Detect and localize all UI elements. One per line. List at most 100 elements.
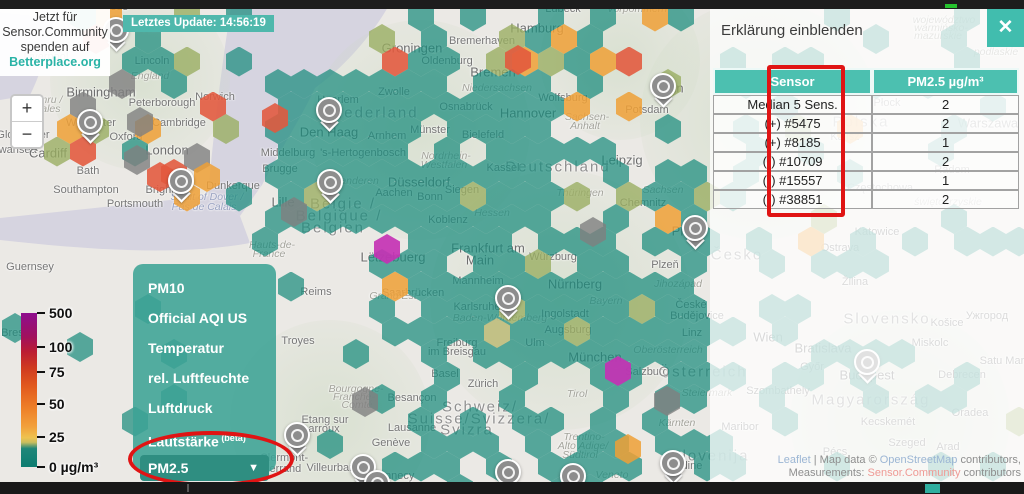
legend-label: 25	[49, 429, 65, 445]
map-label: Plzeň	[651, 259, 679, 271]
table-row: (+) #54752	[713, 114, 1019, 133]
menu-item-luftdruck[interactable]: Luftdruck	[133, 393, 276, 423]
cluster-icon	[667, 457, 680, 470]
legend-tick	[37, 312, 45, 314]
menu-item-pm10[interactable]: PM10	[133, 273, 276, 303]
map-label: Troyes	[281, 335, 314, 347]
table-header: PM2.5 µg/m³	[872, 68, 1019, 95]
legend-label: 50	[49, 396, 65, 412]
attribution-line-1: Leaflet | Map data © OpenStreetMap contr…	[778, 454, 1021, 467]
attribution-text: Measurements:	[789, 467, 868, 479]
map-label: Tirol	[567, 388, 587, 400]
menu-item-temperatur[interactable]: Temperatur	[133, 333, 276, 363]
attribution-link-red[interactable]: Sensor.Community	[868, 467, 961, 479]
layer-menu: PM10Official AQI USTemperaturrel. Luftfe…	[133, 264, 276, 472]
table-row: (+) #81851	[713, 133, 1019, 152]
marker-head	[650, 73, 676, 99]
legend-tick	[37, 346, 45, 348]
last-update-badge: Letztes Update: 14:56:19	[123, 15, 274, 32]
table-cell: 1	[872, 171, 1019, 190]
marker-head	[77, 109, 103, 135]
table-cell: 2	[872, 95, 1019, 114]
table-cell: (+) #5475	[713, 114, 872, 133]
menu-item-lautst-rke[interactable]: Lautstärke (beta)	[133, 423, 276, 453]
table-cell: 2	[872, 152, 1019, 171]
marker-head	[317, 169, 343, 195]
map-marker[interactable]	[168, 168, 194, 206]
map-label: Anhalt	[570, 120, 600, 132]
legend-label: 100	[49, 339, 72, 355]
cluster-icon	[324, 176, 337, 189]
browser-bottom-bar	[0, 482, 1024, 494]
marker-head	[660, 450, 686, 476]
attribution-text: contributors,	[957, 454, 1021, 466]
map-label: London	[145, 143, 188, 158]
map-label: Genève	[372, 437, 411, 449]
table-cell: 1	[872, 133, 1019, 152]
cluster-icon	[502, 292, 515, 305]
marker-head	[682, 215, 708, 241]
marker-head	[495, 285, 521, 311]
zoom-out-button[interactable]: −	[12, 122, 42, 147]
map-label: Reims	[300, 286, 331, 298]
legend-tick	[37, 403, 45, 405]
map-label: Zürich	[468, 378, 499, 390]
table-cell: 2	[872, 190, 1019, 209]
layer-dropdown-label: PM2.5	[148, 460, 188, 476]
map-marker[interactable]	[316, 97, 342, 135]
table-row: Median 5 Sens.2	[713, 95, 1019, 114]
legend-label: 75	[49, 364, 65, 380]
map-label: Peterborough	[129, 97, 196, 109]
attribution-text: contributors	[960, 467, 1021, 479]
legend-label: 500	[49, 305, 72, 321]
map-label: Guernsey	[6, 261, 54, 273]
zoom-control: + −	[10, 94, 44, 149]
cluster-icon	[84, 116, 97, 129]
explanation-panel: Erklärung einblenden ✕ SensorPM2.5 µg/m³…	[710, 9, 1024, 482]
cluster-icon	[175, 175, 188, 188]
menu-item-rel-luftfeuchte[interactable]: rel. Luftfeuchte	[133, 363, 276, 393]
table-cell: (-) #10709	[713, 152, 872, 171]
legend-tick	[37, 371, 45, 373]
attribution-link-blue[interactable]: Leaflet	[778, 454, 811, 466]
bottombar-teal-indicator	[925, 484, 940, 493]
marker-head	[284, 422, 310, 448]
legend-label: 0 µg/m³	[49, 459, 98, 475]
betterplace-link[interactable]: Betterplace.org	[0, 55, 110, 70]
topbar-green-indicator	[945, 4, 957, 8]
donate-line: Jetzt für	[0, 10, 110, 25]
map-attribution: Leaflet | Map data © OpenStreetMap contr…	[778, 454, 1021, 480]
chevron-down-icon: ▼	[248, 462, 259, 474]
donate-line: Sensor.Community	[0, 25, 110, 40]
layer-dropdown[interactable]: PM2.5 ▼	[140, 455, 269, 481]
color-scale-legend: 500 100 75 50 25 0 µg/m³	[0, 305, 110, 480]
map-label: Southampton	[53, 184, 118, 196]
map-label: Portsmouth	[107, 198, 163, 210]
cluster-icon	[110, 24, 123, 37]
zoom-in-button[interactable]: +	[12, 96, 42, 122]
panel-title: Erklärung einblenden	[721, 22, 863, 39]
cluster-icon	[291, 429, 304, 442]
map-marker[interactable]	[682, 215, 708, 253]
browser-top-bar	[0, 0, 1024, 9]
map-marker[interactable]	[495, 285, 521, 323]
table-cell: Median 5 Sens.	[713, 95, 872, 114]
table-row: (-) #388512	[713, 190, 1019, 209]
table-row: (-) #107092	[713, 152, 1019, 171]
attribution-line-2: Measurements: Sensor.Community contribut…	[778, 467, 1021, 480]
map-marker[interactable]	[284, 422, 310, 460]
menu-item-official-aqi-us[interactable]: Official AQI US	[133, 303, 276, 333]
legend-tick	[37, 436, 45, 438]
marker-head	[168, 168, 194, 194]
marker-head	[316, 97, 342, 123]
map-marker[interactable]	[77, 109, 103, 147]
table-cell: (-) #38851	[713, 190, 872, 209]
attribution-link-blue[interactable]: OpenStreetMap	[880, 454, 958, 466]
map-marker[interactable]	[317, 169, 343, 207]
donate-line: spenden auf	[0, 40, 110, 55]
sensor-table: SensorPM2.5 µg/m³ Median 5 Sens.2(+) #54…	[713, 68, 1019, 209]
close-icon[interactable]: ✕	[987, 9, 1024, 47]
cluster-icon	[689, 222, 702, 235]
cluster-icon	[657, 80, 670, 93]
map-marker[interactable]	[650, 73, 676, 111]
